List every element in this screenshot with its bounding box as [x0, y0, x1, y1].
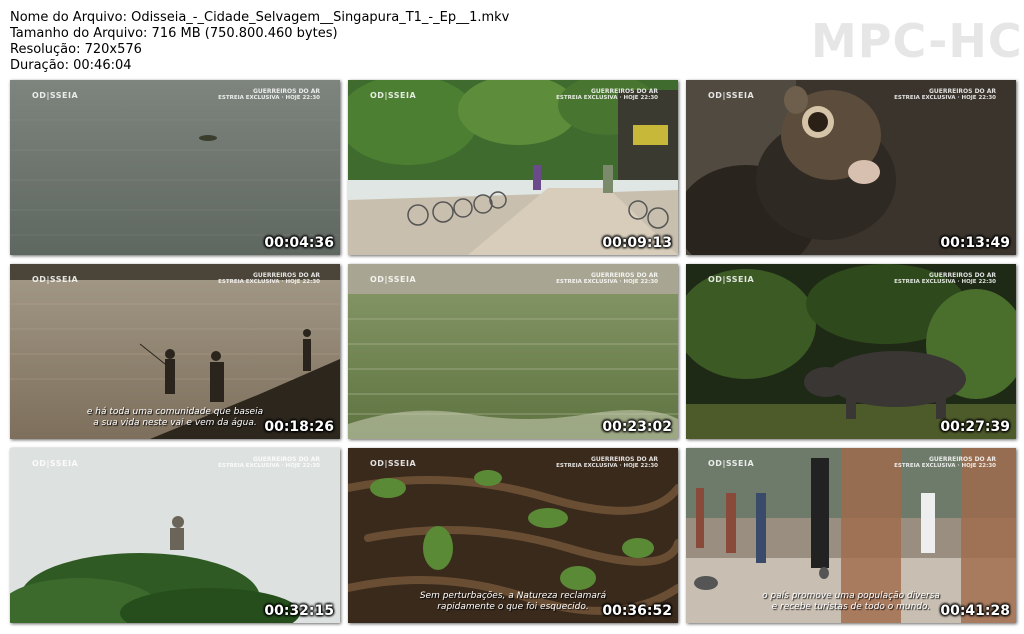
- channel-watermark: OD|SSEIA: [32, 91, 79, 100]
- thumbnail-1-image: [10, 80, 340, 255]
- promo-overlay: GUERREIROS DO AR ESTREIA EXCLUSIVA · HOJE…: [218, 88, 320, 102]
- subtitle-line-1: o país promove uma população diversa: [762, 591, 940, 601]
- channel-watermark: OD|SSEIA: [32, 459, 79, 468]
- file-info-panel: Nome do Arquivo: Odisseia_-_Cidade_Selva…: [10, 10, 509, 74]
- channel-watermark: OD|SSEIA: [370, 91, 417, 100]
- thumbnail-7-image: [10, 448, 340, 623]
- promo-overlay: GUERREIROS DO AR ESTREIA EXCLUSIVA · HOJE…: [218, 272, 320, 286]
- promo-overlay: GUERREIROS DO AR ESTREIA EXCLUSIVA · HOJE…: [894, 88, 996, 102]
- thumbnail-6: OD|SSEIA GUERREIROS DO AR ESTREIA EXCLUSI…: [686, 264, 1016, 439]
- channel-watermark: OD|SSEIA: [708, 459, 755, 468]
- resolution: Resolução: 720x576: [10, 42, 142, 57]
- timestamp: 00:32:15: [264, 603, 334, 619]
- thumbnail-7: OD|SSEIA GUERREIROS DO AR ESTREIA EXCLUSI…: [10, 448, 340, 623]
- thumbnail-9: OD|SSEIA GUERREIROS DO AR ESTREIA EXCLUSI…: [686, 448, 1016, 623]
- promo-overlay: GUERREIROS DO AR ESTREIA EXCLUSIVA · HOJE…: [556, 88, 658, 102]
- timestamp: 00:09:13: [602, 235, 672, 251]
- file-name: Nome do Arquivo: Odisseia_-_Cidade_Selva…: [10, 10, 510, 25]
- duration: Duração: 00:46:04: [10, 58, 132, 73]
- mpc-hc-logo: MPC-HC: [811, 14, 1023, 68]
- thumbnail-8: OD|SSEIA GUERREIROS DO AR ESTREIA EXCLUSI…: [348, 448, 678, 623]
- thumbnail-3: OD|SSEIA GUERREIROS DO AR ESTREIA EXCLUSI…: [686, 80, 1016, 255]
- channel-watermark: OD|SSEIA: [32, 275, 79, 284]
- promo-overlay: GUERREIROS DO AR ESTREIA EXCLUSIVA · HOJE…: [556, 272, 658, 286]
- thumbnail-3-image: [686, 80, 1016, 255]
- timestamp: 00:13:49: [940, 235, 1010, 251]
- timestamp: 00:41:28: [940, 603, 1010, 619]
- thumbnail-5: OD|SSEIA GUERREIROS DO AR ESTREIA EXCLUSI…: [348, 264, 678, 439]
- thumbnail-2: OD|SSEIA GUERREIROS DO AR ESTREIA EXCLUSI…: [348, 80, 678, 255]
- promo-overlay: GUERREIROS DO AR ESTREIA EXCLUSIVA · HOJE…: [894, 456, 996, 470]
- promo-overlay: GUERREIROS DO AR ESTREIA EXCLUSIVA · HOJE…: [218, 456, 320, 470]
- promo-overlay: GUERREIROS DO AR ESTREIA EXCLUSIVA · HOJE…: [556, 456, 658, 470]
- promo-overlay: GUERREIROS DO AR ESTREIA EXCLUSIVA · HOJE…: [894, 272, 996, 286]
- thumbnail-6-image: [686, 264, 1016, 439]
- timestamp: 00:18:26: [264, 419, 334, 435]
- file-size: Tamanho do Arquivo: 716 MB (750.800.460 …: [10, 26, 338, 41]
- channel-watermark: OD|SSEIA: [708, 275, 755, 284]
- thumbnail-5-image: [348, 264, 678, 439]
- thumbnail-2-image: [348, 80, 678, 255]
- channel-watermark: OD|SSEIA: [708, 91, 755, 100]
- timestamp: 00:23:02: [602, 419, 672, 435]
- subtitle-line-1: Sem perturbações, a Natureza reclamará: [419, 591, 607, 601]
- thumbnail-1: OD|SSEIA GUERREIROS DO AR ESTREIA EXCLUSI…: [10, 80, 340, 255]
- channel-watermark: OD|SSEIA: [370, 275, 417, 284]
- channel-watermark: OD|SSEIA: [370, 459, 417, 468]
- timestamp: 00:36:52: [602, 603, 672, 619]
- subtitle-line-1: e há toda uma comunidade que baseia: [86, 407, 264, 417]
- thumbnail-4: OD|SSEIA GUERREIROS DO AR ESTREIA EXCLUSI…: [10, 264, 340, 439]
- timestamp: 00:27:39: [940, 419, 1010, 435]
- timestamp: 00:04:36: [264, 235, 334, 251]
